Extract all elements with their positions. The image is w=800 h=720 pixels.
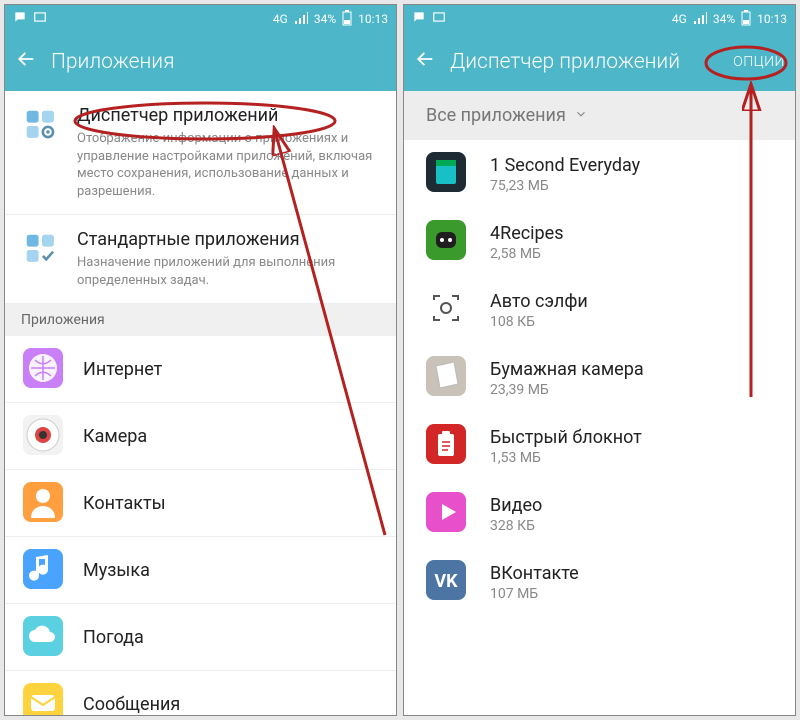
app-row[interactable]: 1 Second Everyday 75,23 МБ	[404, 140, 795, 208]
clock-label: 10:13	[358, 12, 388, 26]
app-label: Контакты	[83, 493, 166, 514]
chat-icon	[412, 10, 426, 28]
network-label: 4G	[672, 12, 687, 26]
app-icon	[23, 348, 65, 390]
app-icon	[426, 356, 470, 400]
section-title: Диспетчер приложений	[77, 105, 380, 126]
battery-icon	[741, 10, 751, 29]
page-title: Приложения	[51, 50, 386, 74]
app-row[interactable]: Сообщения	[5, 671, 396, 715]
app-label: Сообщения	[83, 694, 180, 715]
section-default-apps[interactable]: Стандартные приложения Назначение прилож…	[5, 215, 396, 304]
app-icon	[23, 415, 65, 457]
section-desc: Назначение приложений для выполнения опр…	[77, 254, 380, 289]
section-desc: Отображение информации о приложениях и у…	[77, 130, 380, 200]
window-icon	[33, 10, 47, 28]
window-icon	[432, 10, 446, 28]
app-icon	[426, 424, 470, 468]
status-bar: 4G 34% 10:13	[404, 5, 795, 33]
app-name: 4Recipes	[490, 223, 564, 244]
content-area: Диспетчер приложений Отображение информа…	[5, 91, 396, 715]
back-icon[interactable]	[414, 48, 436, 76]
network-label: 4G	[273, 12, 288, 26]
app-label: Интернет	[83, 359, 162, 380]
app-size: 328 КБ	[490, 518, 542, 534]
tiles-gear-icon	[25, 109, 59, 143]
app-size: 23,39 МБ	[490, 382, 644, 398]
app-label: Камера	[83, 426, 147, 447]
app-icon	[23, 616, 65, 658]
app-row[interactable]: 4Recipes 2,58 МБ	[404, 208, 795, 276]
app-size: 108 КБ	[490, 314, 588, 330]
phone-right: 4G 34% 10:13 Диспетчер приложений ОПЦИИ …	[403, 4, 796, 716]
filter-label: Все приложения	[426, 105, 566, 126]
tiles-check-icon	[25, 233, 59, 267]
app-icon	[426, 220, 470, 264]
app-name: 1 Second Everyday	[490, 155, 640, 176]
app-bar: Диспетчер приложений ОПЦИИ	[404, 33, 795, 91]
signal-icon	[294, 12, 308, 27]
app-size: 2,58 МБ	[490, 246, 564, 262]
app-name: Видео	[490, 495, 542, 516]
app-row[interactable]: Видео 328 КБ	[404, 480, 795, 548]
app-icon	[23, 549, 65, 591]
options-button[interactable]: ОПЦИИ	[733, 54, 785, 70]
app-name: Быстрый блокнот	[490, 427, 642, 448]
battery-percent: 34%	[713, 12, 735, 26]
app-icon: VK	[426, 560, 470, 604]
app-size: 75,23 МБ	[490, 178, 640, 194]
battery-percent: 34%	[314, 12, 336, 26]
back-icon[interactable]	[15, 48, 37, 76]
app-row[interactable]: Контакты	[5, 470, 396, 537]
clock-label: 10:13	[757, 12, 787, 26]
app-icon	[426, 492, 470, 536]
app-icon	[23, 482, 65, 524]
app-icon	[23, 683, 65, 715]
app-row[interactable]: Погода	[5, 604, 396, 671]
chat-icon	[13, 10, 27, 28]
app-label: Музыка	[83, 560, 150, 581]
app-size: 1,53 МБ	[490, 450, 642, 466]
section-app-manager[interactable]: Диспетчер приложений Отображение информа…	[5, 91, 396, 215]
app-icon	[426, 152, 470, 196]
app-row[interactable]: Камера	[5, 403, 396, 470]
app-row[interactable]: Быстрый блокнот 1,53 МБ	[404, 412, 795, 480]
section-title: Стандартные приложения	[77, 229, 380, 250]
svg-text:VK: VK	[434, 571, 458, 592]
app-row[interactable]: Бумажная камера 23,39 МБ	[404, 344, 795, 412]
content-area: Все приложения 1 Second Everyday 75,23 МБ…	[404, 91, 795, 715]
app-size: 107 МБ	[490, 586, 579, 602]
phone-left: 4G 34% 10:13 Приложения	[4, 4, 397, 716]
group-header: Приложения	[5, 304, 396, 336]
chevron-down-icon	[574, 105, 588, 126]
app-row[interactable]: VK ВКонтакте 107 МБ	[404, 548, 795, 616]
filter-dropdown[interactable]: Все приложения	[404, 91, 795, 140]
app-icon	[426, 288, 470, 332]
app-name: Бумажная камера	[490, 359, 644, 380]
app-row[interactable]: Авто сэлфи 108 КБ	[404, 276, 795, 344]
app-row[interactable]: Интернет	[5, 336, 396, 403]
page-title: Диспетчер приложений	[450, 50, 719, 74]
app-label: Погода	[83, 627, 144, 648]
app-row[interactable]: Музыка	[5, 537, 396, 604]
status-bar: 4G 34% 10:13	[5, 5, 396, 33]
app-name: Авто сэлфи	[490, 291, 588, 312]
app-bar: Приложения	[5, 33, 396, 91]
signal-icon	[693, 12, 707, 27]
battery-icon	[342, 10, 352, 29]
app-name: ВКонтакте	[490, 563, 579, 584]
